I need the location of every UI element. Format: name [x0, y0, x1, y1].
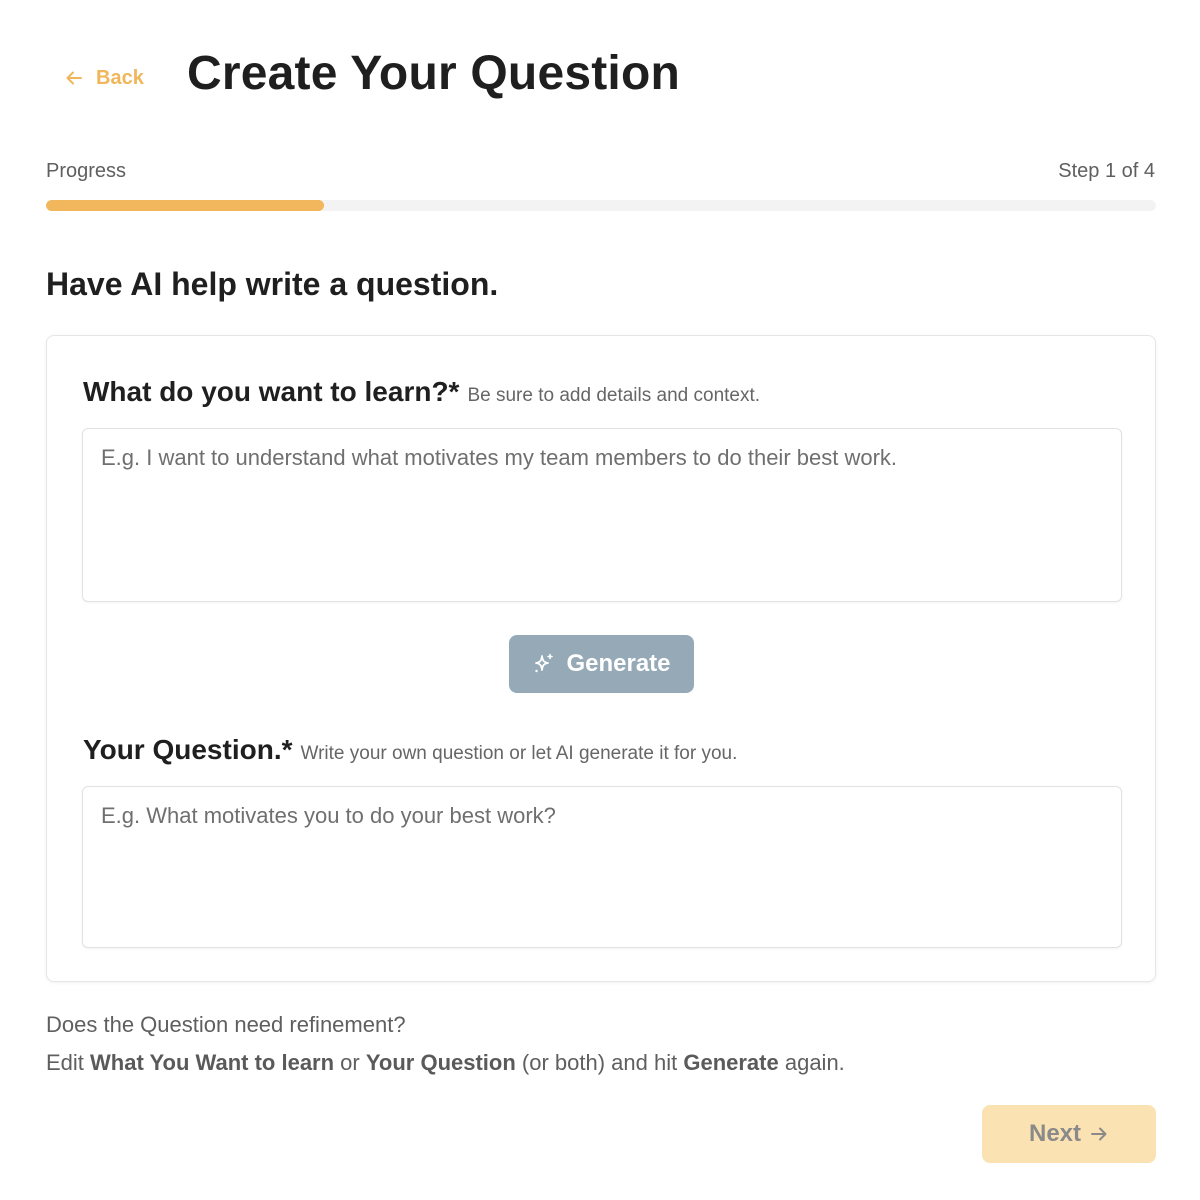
back-link[interactable]: Back: [64, 64, 144, 92]
next-button[interactable]: Next: [982, 1105, 1156, 1163]
page-header: Back Create Your Question: [0, 0, 1200, 150]
question-field-label: Your Question.* Write your own question …: [83, 734, 737, 766]
question-label-text: Your Question.*: [83, 734, 293, 765]
arrow-right-icon: [1089, 1124, 1109, 1144]
arrow-left-icon: [64, 68, 84, 88]
question-form-card: What do you want to learn?* Be sure to a…: [46, 335, 1156, 982]
sparkle-icon: [532, 652, 556, 676]
refinement-text-3: (or both) and hit: [515, 1050, 684, 1075]
question-label-hint: Write your own question or let AI genera…: [300, 743, 738, 764]
learn-field-label: What do you want to learn?* Be sure to a…: [83, 376, 760, 408]
learn-textarea-container: [82, 428, 1122, 602]
refinement-text-4: again.: [778, 1050, 845, 1075]
back-label: Back: [96, 66, 144, 89]
generate-label: Generate: [566, 650, 671, 677]
learn-label-hint: Be sure to add details and context.: [467, 385, 761, 406]
refinement-bold-generate: Generate: [683, 1050, 779, 1075]
refinement-text-2: or: [334, 1050, 366, 1075]
refinement-bold-question: Your Question: [365, 1050, 516, 1075]
refinement-text-1: Edit: [46, 1050, 91, 1075]
question-textarea[interactable]: [83, 787, 1121, 947]
step-indicator: Step 1 of 4: [1058, 160, 1155, 182]
question-textarea-container: [82, 786, 1122, 948]
learn-label-text: What do you want to learn?*: [83, 376, 460, 407]
learn-textarea[interactable]: [83, 429, 1121, 601]
progress-bar: [46, 200, 1156, 211]
refinement-prompt: Does the Question need refinement?: [46, 1012, 406, 1037]
section-heading: Have AI help write a question.: [46, 266, 499, 302]
progress-label: Progress: [46, 160, 127, 182]
refinement-bold-learn: What You Want to learn: [90, 1050, 335, 1075]
generate-button[interactable]: Generate: [509, 635, 694, 693]
refinement-instructions: Edit What You Want to learn or Your Ques…: [46, 1050, 845, 1076]
page-title: Create Your Question: [187, 47, 680, 100]
progress-bar-fill: [46, 200, 324, 211]
next-label: Next: [1028, 1120, 1082, 1147]
